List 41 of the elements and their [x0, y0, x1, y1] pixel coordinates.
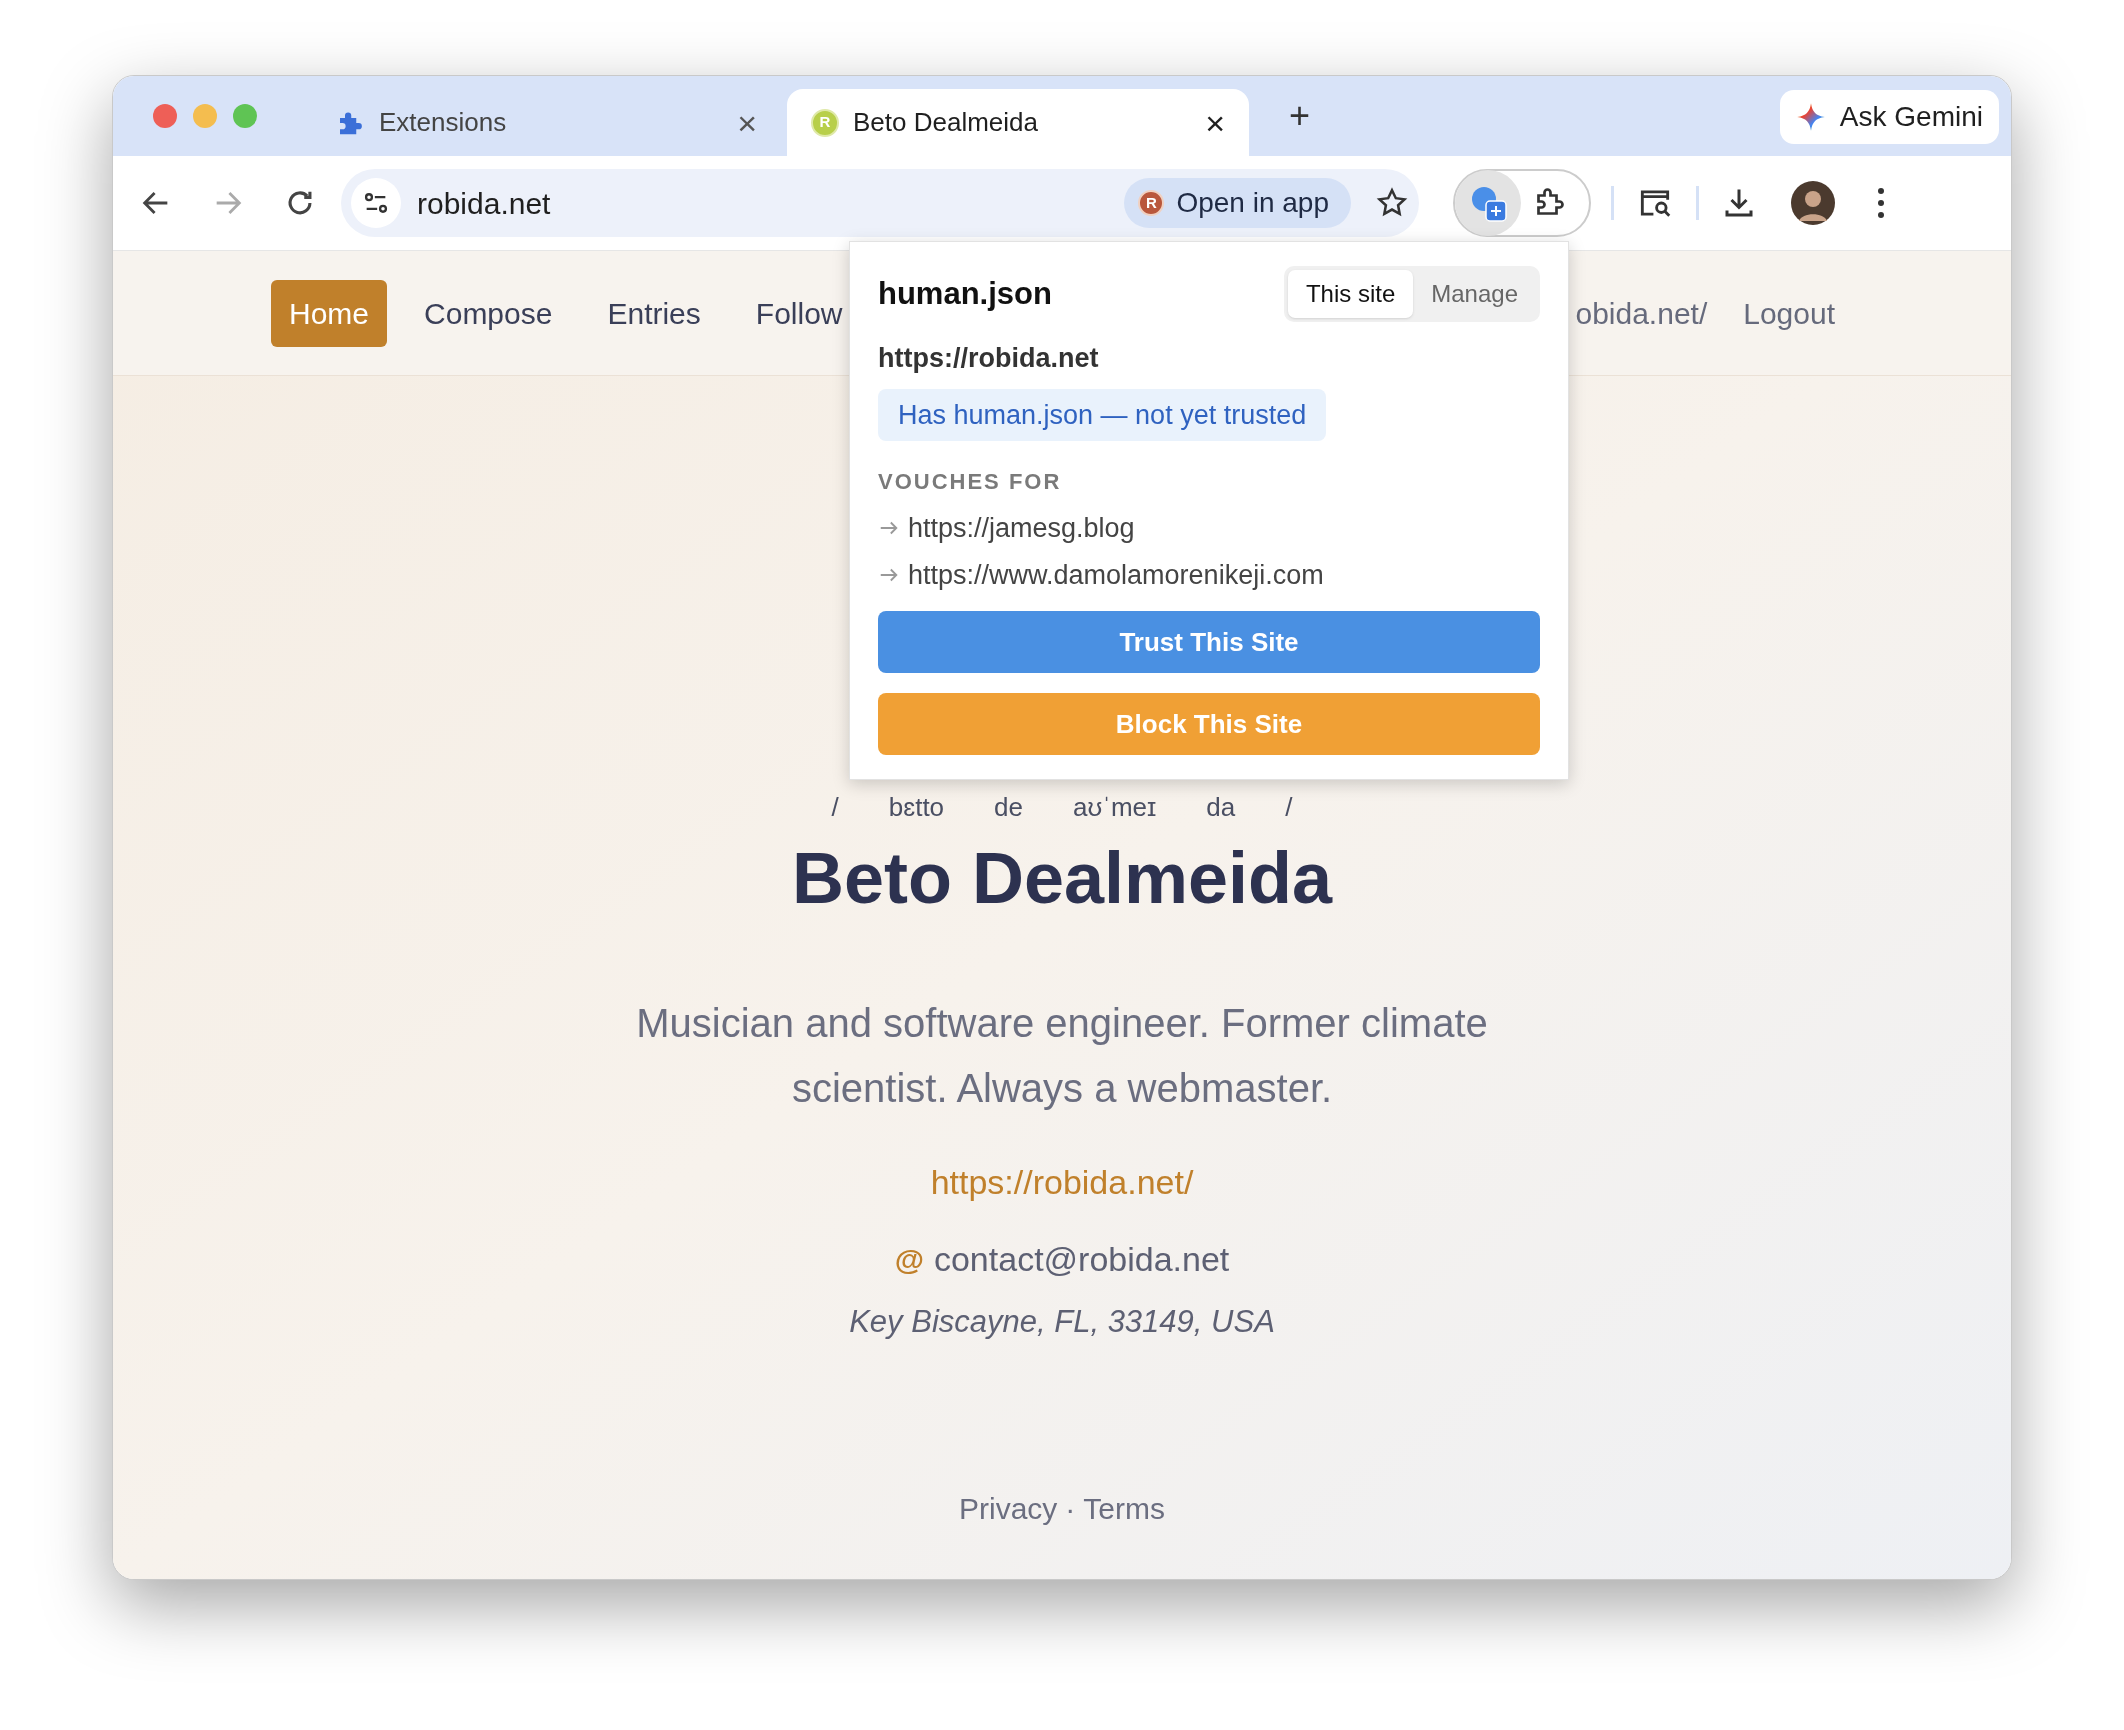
menu-icon[interactable] — [1875, 186, 1887, 220]
pronunciation-text: / — [1285, 791, 1293, 824]
browser-tab[interactable]: R Beto Dealmeida × — [787, 89, 1249, 156]
avatar[interactable] — [1791, 181, 1835, 225]
footer-link[interactable]: Privacy — [959, 1485, 1058, 1531]
new-tab-button[interactable]: + — [1279, 98, 1321, 134]
nav-link[interactable]: Entries — [589, 279, 719, 347]
open-in-app-button[interactable]: R Open in app — [1124, 178, 1351, 228]
address-bar[interactable]: robida.net R Open in app — [341, 169, 1419, 237]
email-link[interactable]: contact@robida.net — [933, 1234, 1230, 1285]
location-text: Key Biscayne, FL, 33149, USA — [849, 1303, 1275, 1341]
app-logo-icon: R — [1138, 190, 1165, 216]
profile-name: Beto Dealmeida — [791, 837, 1333, 920]
url-text[interactable]: robida.net — [417, 180, 551, 226]
site-settings-button[interactable] — [351, 178, 401, 228]
browser-tab[interactable]: Extensions × — [311, 89, 781, 156]
segment-tab[interactable]: This site — [1287, 270, 1414, 318]
human-json-extension-button[interactable] — [1455, 170, 1521, 236]
close-window-button[interactable] — [153, 104, 177, 128]
footer-link[interactable]: Terms — [1083, 1485, 1165, 1531]
status-badge: Has human.json — not yet trusted — [878, 388, 1327, 441]
bio-text: Musician and software engineer. Former climate scientist. Always a webmaster. — [635, 1000, 1489, 1112]
pronunciation-text: aʊˈmeɪ — [1073, 791, 1157, 824]
pronunciation-text: bɛtto — [888, 791, 945, 824]
separator-text: · — [1065, 1490, 1076, 1527]
close-tab-button[interactable]: × — [737, 105, 757, 140]
pronunciation-text: / — [831, 791, 839, 824]
pronunciation-text: da — [1206, 791, 1236, 824]
nav-link[interactable]: Compose — [406, 279, 571, 347]
site-url: https://robida.net — [878, 342, 1100, 375]
site-favicon-icon: R — [811, 108, 839, 137]
segment-tab[interactable]: Manage — [1413, 270, 1536, 318]
vouched-site-link[interactable]: https://www.damolamorenikeji.com — [908, 554, 1324, 595]
nav-link[interactable]: Logout — [1725, 279, 1853, 347]
popup-title: human.json — [878, 274, 1052, 313]
vouched-site-link[interactable]: https://jamesg.blog — [908, 508, 1135, 549]
email-icon: @ — [894, 1237, 924, 1282]
ask-gemini-button[interactable]: Ask Gemini — [1779, 90, 1999, 144]
close-tab-button[interactable]: × — [1205, 105, 1225, 140]
section-heading: VOUCHES FOR — [878, 468, 1063, 496]
pronunciation-text: de — [994, 791, 1023, 824]
